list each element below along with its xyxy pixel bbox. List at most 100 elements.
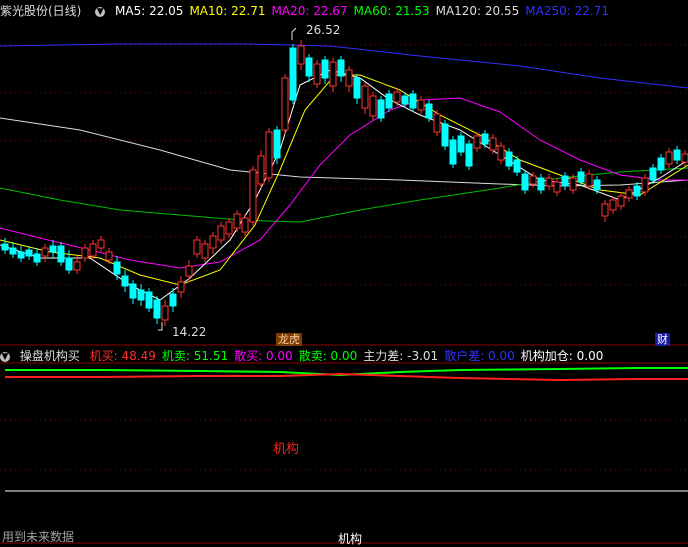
candle-body	[113, 261, 121, 275]
indicator-name[interactable]: 操盘机构买	[20, 349, 80, 363]
indicator-center-label: 机构	[273, 442, 300, 457]
candle-body	[369, 95, 377, 117]
candle-body	[249, 169, 257, 223]
indicator-legend-item-4: 主力差: -3.01	[363, 349, 439, 363]
ma-legend-item-4: MA120: 20.55	[435, 4, 520, 18]
indicator-legend-item-1: 机卖: 51.51	[161, 349, 229, 363]
candle-body	[1, 243, 9, 251]
candle-body	[273, 129, 281, 159]
low-pointer	[158, 322, 163, 331]
candle-body	[185, 265, 193, 277]
ma-legend: MA5: 22.05 MA10: 22.71 MA20: 22.67 MA60: 21…	[115, 4, 615, 18]
candle-body	[121, 275, 129, 287]
candle-body	[657, 157, 665, 171]
candle-body	[329, 61, 337, 87]
candle-body	[625, 189, 633, 199]
candle-body	[617, 195, 625, 207]
candle-body	[137, 289, 145, 301]
candle-body	[353, 77, 361, 99]
candle-body	[505, 151, 513, 167]
main-chart-header: 紫光股份(日线) ▼ MA5: 22.05 MA10: 22.71 MA20: 22…	[0, 2, 615, 20]
candle-body	[305, 57, 313, 77]
candle-body	[89, 243, 97, 257]
ma-legend-item-1: MA10: 22.71	[189, 4, 266, 18]
candle-body	[297, 45, 305, 65]
candle-body	[281, 77, 289, 131]
candle-body	[457, 135, 465, 153]
candle-body	[105, 251, 113, 261]
candle-body	[585, 173, 593, 187]
candle-body	[361, 85, 369, 109]
candle-body	[425, 103, 433, 119]
candle-body	[57, 245, 65, 263]
candle-body	[209, 235, 217, 249]
candle-body	[233, 213, 241, 229]
high-price-label: 26.52	[306, 23, 341, 37]
candle-body	[177, 281, 185, 293]
candle-body	[529, 175, 537, 185]
candle-body	[169, 293, 177, 307]
candle-body	[537, 177, 545, 191]
candle-body	[497, 145, 505, 161]
stock-name[interactable]: 紫光股份(日线)	[0, 4, 81, 18]
candle-body	[201, 243, 209, 259]
candle-body	[553, 181, 561, 193]
candle-body	[417, 99, 425, 111]
footer-indicator-label: 机构	[338, 532, 363, 546]
candle-body	[49, 245, 57, 253]
ma-legend-item-3: MA60: 21.53	[353, 4, 430, 18]
candle-body	[321, 59, 329, 79]
candle-body	[9, 247, 17, 255]
candle-body	[489, 137, 497, 151]
candle-body	[25, 249, 33, 257]
candle-body	[345, 69, 353, 87]
candle-body	[97, 239, 105, 249]
finance-badge[interactable]: 财	[655, 333, 670, 346]
candle-body	[569, 177, 577, 191]
candle-body	[401, 95, 409, 105]
candle-body	[17, 251, 25, 259]
candle-body	[161, 305, 169, 321]
candle-body	[385, 93, 393, 109]
candle-body	[129, 283, 137, 299]
candle-body	[65, 257, 73, 271]
ma60-line	[0, 167, 688, 223]
candle-body	[561, 175, 569, 187]
ma-legend-item-2: MA20: 22.67	[271, 4, 348, 18]
candle-body	[289, 47, 297, 101]
candle-body	[393, 91, 401, 103]
candle-body	[153, 299, 161, 319]
price-chart[interactable]	[0, 0, 688, 546]
candle-body	[441, 123, 449, 147]
indicator-legend: 机买: 48.49 机卖: 51.51 散买: 0.00 散卖: 0.00 主力差: -…	[90, 349, 610, 363]
indicator-header: ▼ 操盘机构买 机买: 48.49 机卖: 51.51 散买: 0.00 散卖: 0.…	[0, 347, 609, 365]
candle-body	[73, 261, 81, 271]
chevron-down-icon[interactable]: ▼	[0, 351, 10, 362]
candle-body	[33, 253, 41, 263]
candle-body	[265, 131, 273, 179]
dragon-tiger-badge[interactable]: 龙虎	[276, 333, 302, 346]
indicator-legend-item-5: 散户差: 0.00	[444, 349, 515, 363]
candle-body	[521, 173, 529, 191]
candle-body	[513, 159, 521, 173]
indicator-legend-item-0: 机买: 48.49	[89, 349, 156, 363]
candle-body	[545, 177, 553, 187]
candle-body	[409, 93, 417, 109]
candle-body	[81, 247, 89, 259]
candle-body	[257, 155, 265, 185]
candle-body	[649, 167, 657, 181]
candle-body	[473, 135, 481, 149]
candle-body	[481, 133, 489, 145]
candle-body	[449, 139, 457, 165]
ma-legend-item-5: MA250: 22.71	[525, 4, 609, 18]
candle-body	[593, 179, 601, 191]
ma5-line	[0, 69, 688, 301]
candle-body	[641, 177, 649, 193]
candle-body	[673, 149, 681, 161]
indicator-legend-item-3: 散卖: 0.00	[298, 349, 358, 363]
chevron-down-icon[interactable]: ▼	[95, 6, 106, 17]
candle-body	[313, 63, 321, 85]
candle-body	[377, 99, 385, 119]
candle-body	[577, 171, 585, 183]
candle-body	[601, 203, 609, 217]
